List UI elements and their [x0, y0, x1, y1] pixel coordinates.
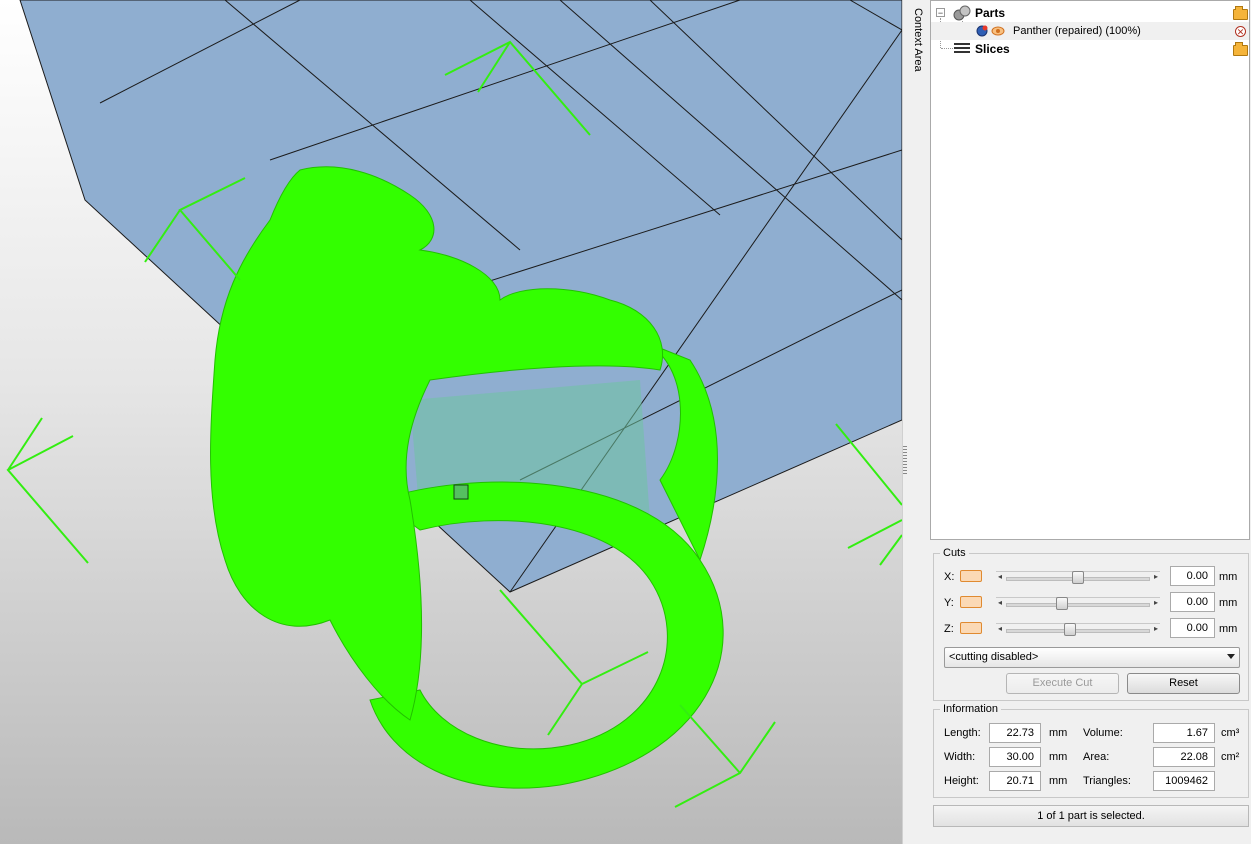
context-area-label[interactable]: Context Area: [908, 8, 924, 72]
execute-cut-button[interactable]: Execute Cut: [1006, 673, 1119, 694]
cut-x-unit: mm: [1219, 571, 1238, 583]
tree-slices-label: Slices: [975, 42, 1010, 56]
slices-icon: [954, 43, 970, 53]
tree-part-label: Panther (repaired) (100%): [1013, 25, 1141, 37]
height-label: Height:: [944, 775, 979, 787]
volume-unit: cm³: [1221, 727, 1240, 739]
cuts-title: Cuts: [940, 547, 969, 559]
selection-status: 1 of 1 part is selected.: [933, 805, 1249, 827]
tree-item-slices[interactable]: Slices: [953, 40, 1249, 58]
tree-parts-label: Parts: [975, 6, 1006, 20]
cut-z-color-swatch[interactable]: [960, 622, 982, 634]
chevron-down-icon[interactable]: [1227, 654, 1235, 659]
cut-mode-selected: <cutting disabled>: [949, 651, 1039, 663]
cut-x-slider-thumb[interactable]: [1072, 571, 1084, 584]
slider-right-arrow-icon[interactable]: ▸: [1154, 598, 1158, 607]
part-mesh-icon: [976, 25, 988, 37]
cut-z-label: Z:: [944, 623, 954, 635]
area-unit: cm²: [1221, 751, 1240, 763]
context-area-splitter[interactable]: [902, 0, 931, 844]
cuts-group: Cuts X: ◂ ▸ 0.00 mm Y: ◂ ▸ 0.00 mm Z: ◂ …: [933, 547, 1249, 701]
splitter-grip-icon[interactable]: [903, 446, 907, 474]
scene-canvas[interactable]: [0, 0, 902, 844]
tree-item-parts[interactable]: Parts: [953, 4, 1249, 22]
width-label: Width:: [944, 751, 976, 763]
height-value: 20.71: [989, 771, 1041, 791]
collapse-parts-icon[interactable]: −: [936, 8, 945, 18]
cut-x-color-swatch[interactable]: [960, 570, 982, 582]
cut-x-input[interactable]: 0.00: [1170, 566, 1215, 586]
reset-button[interactable]: Reset: [1127, 673, 1240, 694]
slider-right-arrow-icon[interactable]: ▸: [1154, 624, 1158, 633]
cut-y-label: Y:: [944, 597, 954, 609]
cut-y-slider-thumb[interactable]: [1056, 597, 1068, 610]
information-title: Information: [940, 703, 1002, 715]
cut-mode-select[interactable]: <cutting disabled>: [944, 647, 1240, 668]
information-group: Information Length: 22.73 mm Width: 30.0…: [933, 703, 1249, 798]
triangles-value: 1009462: [1153, 771, 1215, 791]
tree-item-panther[interactable]: Panther (repaired) (100%) ✕: [931, 22, 1249, 40]
slider-right-arrow-icon[interactable]: ▸: [1154, 572, 1158, 581]
cut-z-slider[interactable]: ◂ ▸: [996, 623, 1160, 636]
open-slices-folder-icon[interactable]: [1233, 42, 1248, 56]
length-value: 22.73: [989, 723, 1041, 743]
width-unit: mm: [1049, 751, 1068, 763]
cut-z-input[interactable]: 0.00: [1170, 618, 1215, 638]
triangles-label: Triangles:: [1083, 775, 1131, 787]
cut-y-unit: mm: [1219, 597, 1238, 609]
length-unit: mm: [1049, 727, 1068, 739]
visibility-eye-icon[interactable]: [991, 24, 1005, 38]
cut-y-color-swatch[interactable]: [960, 596, 982, 608]
cut-z-slider-thumb[interactable]: [1064, 623, 1076, 636]
slider-left-arrow-icon[interactable]: ◂: [998, 624, 1002, 633]
area-label: Area:: [1083, 751, 1110, 763]
cut-z-unit: mm: [1219, 623, 1238, 635]
open-folder-icon[interactable]: [1233, 6, 1248, 20]
3d-viewport[interactable]: [0, 0, 902, 844]
cut-y-slider[interactable]: ◂ ▸: [996, 597, 1160, 610]
cut-x-label: X:: [944, 571, 955, 583]
volume-label: Volume:: [1083, 727, 1123, 739]
slider-left-arrow-icon[interactable]: ◂: [998, 572, 1002, 581]
length-label: Length:: [944, 727, 981, 739]
area-value: 22.08: [1153, 747, 1215, 767]
cut-x-slider[interactable]: ◂ ▸: [996, 571, 1160, 584]
cut-plane-handle[interactable]: [453, 484, 469, 500]
remove-part-icon[interactable]: ✕: [1235, 26, 1246, 37]
parts-icon: [953, 5, 971, 21]
width-value: 30.00: [989, 747, 1041, 767]
height-unit: mm: [1049, 775, 1068, 787]
cut-y-input[interactable]: 0.00: [1170, 592, 1215, 612]
object-tree[interactable]: − Parts Panther (repaired) (100%) ✕ Slic…: [930, 0, 1250, 540]
slider-left-arrow-icon[interactable]: ◂: [998, 598, 1002, 607]
volume-value: 1.67: [1153, 723, 1215, 743]
